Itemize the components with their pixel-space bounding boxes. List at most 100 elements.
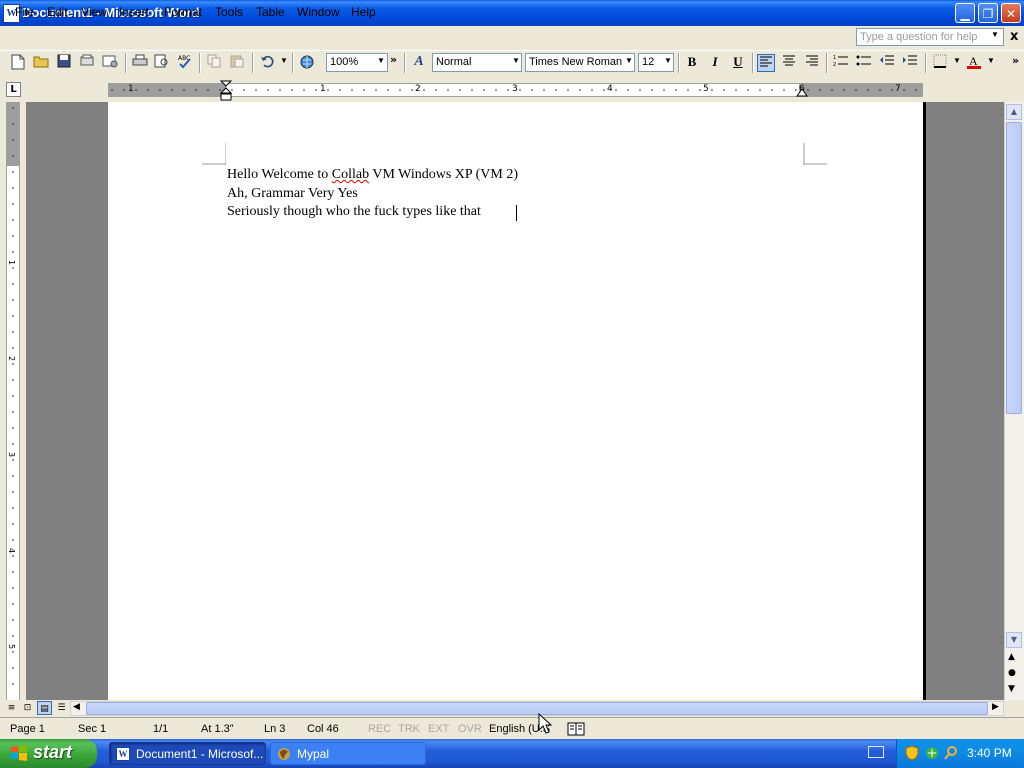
status-position[interactable]: At 1.3" bbox=[201, 723, 234, 735]
minimize-button[interactable]: ▁ bbox=[955, 3, 975, 23]
styles-formatting-icon[interactable]: A bbox=[410, 54, 428, 72]
menu-format[interactable]: Format bbox=[164, 5, 202, 19]
menu-window[interactable]: Window bbox=[297, 5, 340, 19]
ruler-number: 5 bbox=[703, 84, 709, 94]
menu-edit[interactable]: Edit bbox=[47, 5, 68, 19]
font-size-dropdown-arrow-icon[interactable]: ▼ bbox=[664, 56, 672, 65]
horizontal-scroll-thumb[interactable] bbox=[86, 702, 988, 715]
status-overtype[interactable]: OVR bbox=[458, 723, 482, 735]
spelling-grammar-icon[interactable]: ABC bbox=[176, 54, 194, 72]
font-color-dropdown-arrow-icon[interactable]: ▼ bbox=[987, 56, 995, 65]
help-dropdown-arrow-icon[interactable]: ▼ bbox=[991, 30, 999, 39]
increase-indent-icon[interactable] bbox=[901, 54, 919, 72]
toolbar-overflow-icon[interactable]: » bbox=[390, 53, 397, 66]
status-page[interactable]: Page 1 bbox=[10, 723, 45, 735]
first-line-indent-marker[interactable] bbox=[220, 80, 234, 102]
menu-help[interactable]: Help bbox=[351, 5, 376, 19]
print-preview-icon[interactable] bbox=[153, 54, 171, 72]
borders-icon[interactable] bbox=[931, 54, 949, 72]
vertical-ruler-number: 2 bbox=[7, 355, 17, 362]
select-browse-object-icon[interactable]: ● bbox=[1008, 668, 1016, 678]
status-line[interactable]: Ln 3 bbox=[264, 723, 285, 735]
menu-tools[interactable]: Tools bbox=[215, 5, 243, 19]
toolbar-separator bbox=[404, 53, 406, 73]
next-page-icon[interactable]: ▼ bbox=[1008, 684, 1015, 694]
save-icon[interactable] bbox=[55, 54, 73, 72]
tab-selector-button[interactable]: L bbox=[6, 82, 21, 97]
status-column[interactable]: Col 46 bbox=[307, 723, 339, 735]
align-center-icon[interactable] bbox=[780, 54, 798, 72]
keyboard-language-icon[interactable] bbox=[868, 746, 884, 758]
ruler-number: 1 bbox=[128, 84, 134, 94]
title-bar[interactable]: W Document1 - Microsoft Word bbox=[0, 0, 1024, 26]
document-line-1[interactable]: Hello Welcome to Collab VM Windows XP (V… bbox=[227, 167, 518, 183]
scroll-right-arrow-icon[interactable]: ▶ bbox=[992, 702, 999, 712]
print-layout-view-icon[interactable]: ▤ bbox=[37, 701, 52, 715]
document-line-2[interactable]: Ah, Grammar Very Yes bbox=[227, 186, 358, 202]
borders-dropdown-arrow-icon[interactable]: ▼ bbox=[953, 56, 961, 65]
vertical-scroll-thumb[interactable] bbox=[1006, 122, 1022, 414]
email-icon[interactable] bbox=[101, 54, 119, 72]
align-right-icon[interactable] bbox=[803, 54, 821, 72]
underline-button[interactable]: U bbox=[729, 54, 747, 72]
search-icon[interactable] bbox=[943, 745, 959, 761]
research-globe-icon[interactable] bbox=[298, 54, 316, 72]
font-color-icon[interactable]: A bbox=[965, 54, 983, 72]
font-dropdown-arrow-icon[interactable]: ▼ bbox=[625, 56, 633, 65]
copy-icon[interactable] bbox=[205, 54, 223, 72]
scroll-left-arrow-icon[interactable]: ◀ bbox=[73, 702, 80, 712]
italic-button[interactable]: I bbox=[706, 54, 724, 72]
status-page-count[interactable]: 1/1 bbox=[153, 723, 168, 735]
taskbar-item-word[interactable]: W Document1 - Microsof... bbox=[109, 742, 266, 765]
vertical-ruler-ticks bbox=[12, 107, 14, 685]
taskbar-item-mypal[interactable]: Mypal bbox=[270, 742, 426, 765]
status-section[interactable]: Sec 1 bbox=[78, 723, 106, 735]
document-line-3[interactable]: Seriously though who the fuck types like… bbox=[227, 204, 481, 220]
undo-icon[interactable] bbox=[258, 54, 276, 72]
network-icon[interactable] bbox=[924, 745, 940, 761]
toolbar-separator bbox=[252, 53, 254, 73]
menu-file[interactable]: File bbox=[15, 5, 34, 19]
taskbar-item-label: Document1 - Microsof... bbox=[136, 747, 264, 761]
menu-table[interactable]: Table bbox=[256, 5, 285, 19]
help-question-input[interactable]: Type a question for help bbox=[856, 28, 1004, 46]
menu-view[interactable]: View bbox=[81, 5, 107, 19]
vertical-ruler-number: 1 bbox=[7, 259, 17, 266]
right-indent-marker[interactable] bbox=[796, 86, 810, 98]
print-icon[interactable] bbox=[131, 54, 149, 72]
start-button[interactable]: start bbox=[0, 739, 97, 768]
zoom-dropdown-arrow-icon[interactable]: ▼ bbox=[377, 56, 385, 65]
taskbar-clock[interactable]: 3:40 PM bbox=[967, 746, 1012, 760]
undo-dropdown-arrow-icon[interactable]: ▼ bbox=[280, 56, 288, 65]
bold-button[interactable]: B bbox=[683, 54, 701, 72]
menu-insert[interactable]: Insert bbox=[119, 5, 149, 19]
scroll-down-arrow-icon[interactable]: ▼ bbox=[1006, 632, 1022, 648]
outline-view-icon[interactable]: ☰ bbox=[54, 701, 69, 715]
align-left-icon[interactable] bbox=[757, 54, 775, 72]
normal-view-icon[interactable]: ≡ bbox=[4, 701, 19, 715]
security-shield-icon[interactable] bbox=[905, 745, 919, 761]
style-dropdown-arrow-icon[interactable]: ▼ bbox=[512, 56, 520, 65]
close-document-button[interactable]: x bbox=[1010, 29, 1018, 44]
web-layout-view-icon[interactable]: ⊡ bbox=[20, 701, 35, 715]
spelling-error-word[interactable]: Collab bbox=[332, 167, 369, 182]
status-extend-selection[interactable]: EXT bbox=[428, 723, 449, 735]
status-record-macro[interactable]: REC bbox=[368, 723, 391, 735]
open-folder-icon[interactable] bbox=[32, 54, 50, 72]
new-document-icon[interactable] bbox=[9, 54, 27, 72]
font-select[interactable]: Times New Roman bbox=[525, 53, 635, 72]
previous-page-icon[interactable]: ▲ bbox=[1008, 652, 1015, 662]
numbering-icon[interactable]: 12 bbox=[832, 54, 850, 72]
vertical-ruler-number: 4 bbox=[7, 547, 17, 554]
permission-icon[interactable] bbox=[78, 54, 96, 72]
toolbar-overflow-icon[interactable]: » bbox=[1012, 54, 1019, 67]
spelling-status-book-icon[interactable] bbox=[567, 722, 585, 736]
style-select[interactable]: Normal bbox=[432, 53, 522, 72]
paste-icon[interactable] bbox=[228, 54, 246, 72]
restore-button[interactable]: ❐ bbox=[978, 3, 998, 23]
status-track-changes[interactable]: TRK bbox=[398, 723, 420, 735]
close-button[interactable]: ✕ bbox=[1001, 3, 1021, 23]
scroll-up-arrow-icon[interactable]: ▲ bbox=[1006, 104, 1022, 120]
decrease-indent-icon[interactable] bbox=[878, 54, 896, 72]
bullets-icon[interactable] bbox=[855, 54, 873, 72]
